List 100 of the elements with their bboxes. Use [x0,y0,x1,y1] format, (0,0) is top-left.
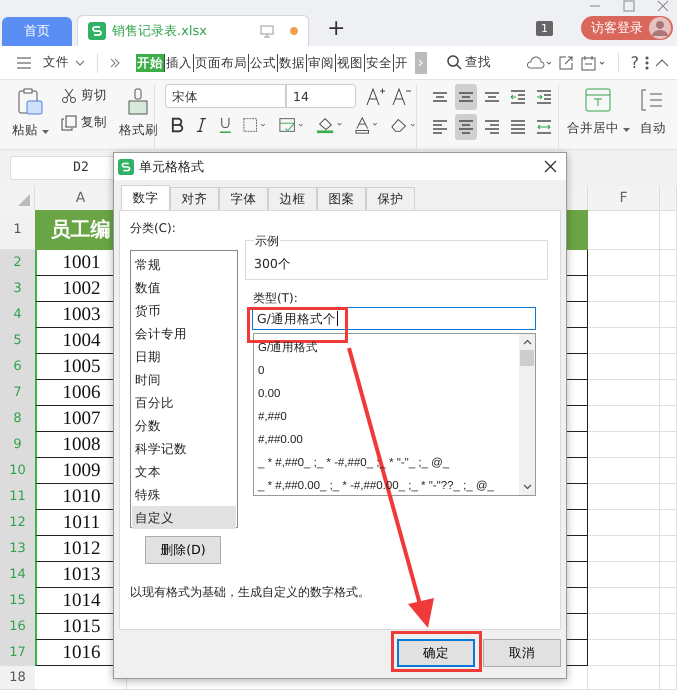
ribbon-tab[interactable]: 页面布局 [194,54,249,72]
ribbon-tab[interactable]: 插入 [165,54,194,72]
cut-button[interactable]: 剪切 [60,87,107,104]
ribbon-tab[interactable]: 数据 [278,54,307,72]
dialog-tab[interactable]: 保护 [366,187,415,210]
format-item[interactable]: #,##0 [258,406,519,429]
category-label: 分类(C): [130,220,176,236]
table-cell [660,328,677,354]
format-item[interactable]: #,##0.00 [258,429,519,452]
column-header[interactable]: F [588,186,660,211]
category-item[interactable]: 时间 [132,368,236,391]
row-header[interactable]: 18 [0,666,35,690]
category-item[interactable]: 自定义 [132,506,236,529]
table-cell [660,588,677,614]
ribbon-tab[interactable]: 视图 [336,54,365,72]
bold-icon[interactable] [171,117,184,133]
paste-button[interactable]: 粘贴 [12,122,49,139]
table-cell [660,302,677,328]
ribbon-tab[interactable]: 公式 [249,54,278,72]
table-cell [660,484,677,510]
search-button[interactable]: 查找 [447,54,491,71]
file-menu[interactable]: 文件 [43,54,69,71]
decrease-font-icon[interactable] [392,86,412,106]
category-item[interactable]: 日期 [132,345,236,368]
italic-icon[interactable] [196,117,207,133]
wrap-text-button[interactable]: 自动 [640,120,666,137]
brush-icon[interactable] [126,88,150,116]
table-cell [588,328,660,354]
table-cell [588,302,660,328]
ribbon-tab[interactable]: 审阅 [307,54,336,72]
table-cell [588,510,660,536]
category-item[interactable]: 会计专用 [132,322,236,345]
dialog-tab[interactable]: 边框 [268,187,317,210]
scissors-icon [60,88,77,104]
row-header[interactable]: 1 [0,210,35,250]
scroll-up-icon[interactable] [522,339,532,345]
align-icon [432,120,448,134]
delete-button[interactable]: 删除(D) [145,536,221,564]
dialog-tab[interactable]: 字体 [219,187,268,210]
table-cell [588,640,660,666]
wrap-text-icon[interactable] [640,88,662,112]
menu-icon[interactable] [17,56,31,68]
window-count[interactable]: 1 [536,21,553,36]
eraser-icon[interactable] [390,117,416,133]
merge-center-button[interactable]: 合并居中 [567,120,630,137]
copy-button[interactable]: 复制 [60,114,107,131]
dialog-tab[interactable]: 对齐 [170,187,219,210]
merge-cells-icon[interactable] [585,88,612,112]
dialog-tab[interactable]: 图案 [317,187,366,210]
share-icon[interactable] [558,54,574,70]
category-item[interactable]: 分数 [132,414,236,437]
category-item[interactable]: 货币 [132,299,236,322]
help-button[interactable]: ? [630,53,639,72]
underline-icon[interactable] [218,116,232,134]
maximize-icon[interactable] [623,0,635,12]
format-item[interactable]: G/通用格式 [258,337,519,360]
font-color-icon[interactable] [355,116,379,134]
monitor-icon[interactable] [260,24,274,38]
collapse-icon[interactable] [655,58,669,66]
table-cell [588,588,660,614]
font-size-select[interactable]: 14 [286,84,356,108]
more-icon[interactable] [645,56,649,70]
cancel-button[interactable]: 取消 [483,639,561,667]
cloud-icon[interactable] [526,56,552,70]
fill-color-icon[interactable] [316,116,344,134]
table-cell [660,640,677,666]
format-painter-button[interactable]: 格式刷 [118,122,158,139]
format-item[interactable]: 0 [258,360,519,383]
chevron-down-icon[interactable] [75,60,85,66]
category-item[interactable]: 特殊 [132,483,236,506]
category-item[interactable]: 百分比 [132,391,236,414]
dialog-tab[interactable]: 数字 [121,185,170,210]
align-icon [458,92,474,102]
ribbon-tab[interactable]: 开 [394,54,409,72]
table-cell [588,484,660,510]
paste-icon[interactable] [17,88,44,116]
search-icon [447,55,462,70]
double-chevron-icon[interactable] [110,58,120,68]
increase-font-icon[interactable] [366,86,386,106]
caret-icon [42,130,49,134]
align-button[interactable] [455,114,477,140]
table-cell [660,458,677,484]
new-tab-button[interactable]: + [321,16,352,42]
category-item[interactable]: 文本 [132,460,236,483]
ok-button[interactable]: 确定 [397,639,475,667]
format-item[interactable]: 0.00 [258,383,519,406]
table-cell [588,614,660,640]
category-item[interactable]: 科学记数 [132,437,236,460]
borders-icon[interactable] [243,117,267,133]
category-item[interactable]: 常规 [132,253,236,276]
cell-style-icon[interactable] [278,117,304,133]
align-button[interactable] [455,84,477,110]
copy-icon [60,114,77,130]
scroll-down-icon[interactable] [522,484,532,490]
ribbon-tab[interactable]: 安全 [365,54,394,72]
category-item[interactable]: 数值 [132,276,236,299]
scroll-thumb[interactable] [520,350,534,366]
font-select[interactable]: 宋体 [165,84,286,108]
close-icon[interactable] [544,160,557,173]
type-input[interactable]: G/通用格式个 [252,307,536,330]
